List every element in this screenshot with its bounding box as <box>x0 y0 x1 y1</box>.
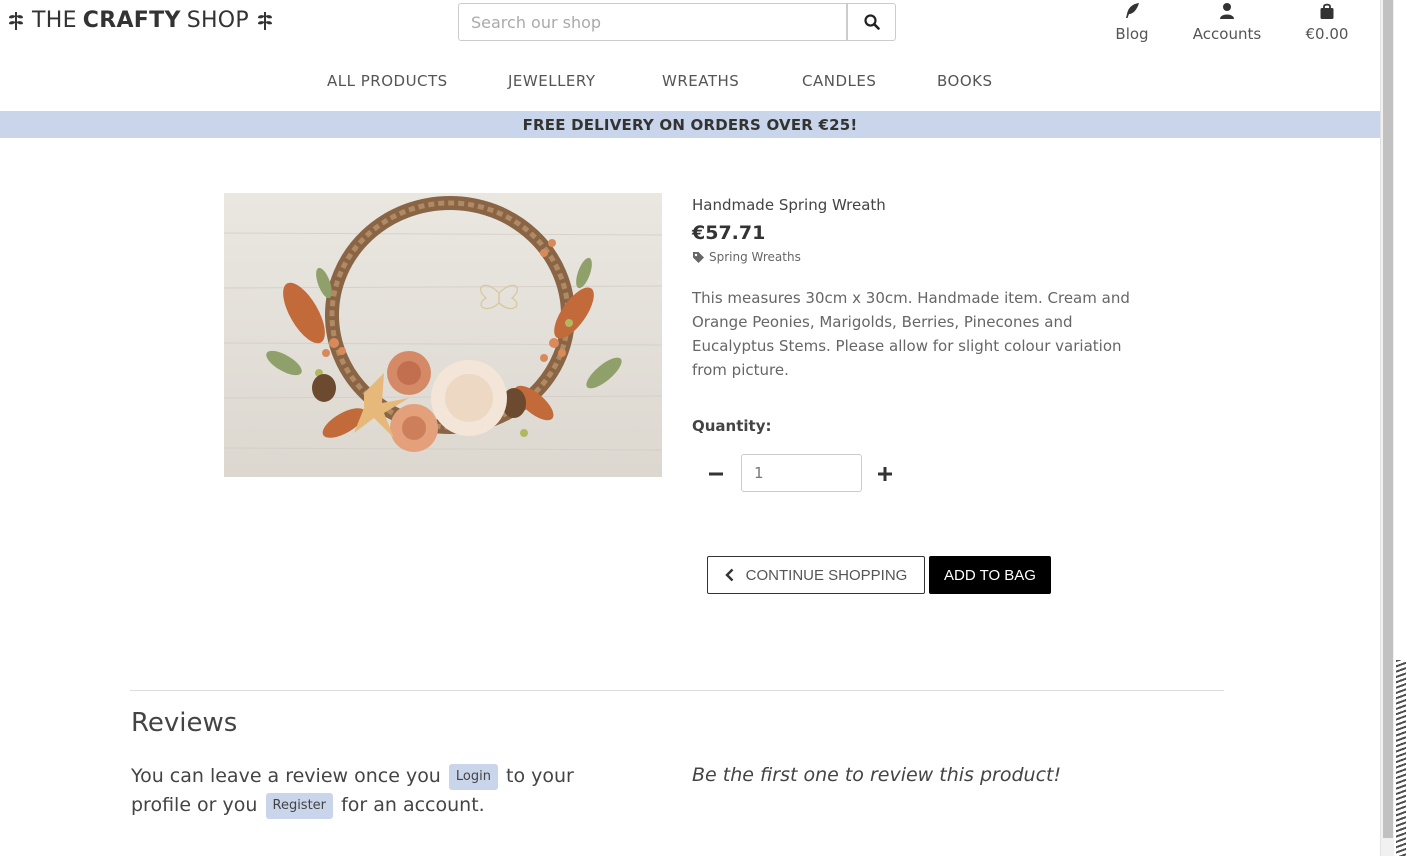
search-button[interactable] <box>847 3 896 41</box>
product-category-label: Spring Wreaths <box>709 250 801 264</box>
background-pattern <box>1396 660 1406 856</box>
product-name: Handmade Spring Wreath <box>692 196 886 214</box>
minus-icon <box>709 472 723 476</box>
blog-label: Blog <box>1115 25 1149 43</box>
accounts-link[interactable]: Accounts <box>1191 0 1263 43</box>
quantity-increment-button[interactable] <box>867 456 903 492</box>
reviews-title: Reviews <box>131 708 238 738</box>
page-scrollbar[interactable] <box>1380 0 1394 856</box>
plus-icon <box>878 467 892 481</box>
product-info: Handmade Spring Wreath €57.71 Spring Wre… <box>692 196 1132 382</box>
delivery-banner: FREE DELIVERY ON ORDERS OVER €25! <box>0 111 1380 138</box>
product-category[interactable]: Spring Wreaths <box>692 250 1132 264</box>
accounts-label: Accounts <box>1192 25 1262 43</box>
quantity-label: Quantity: <box>692 417 772 435</box>
section-divider <box>130 690 1224 691</box>
register-link[interactable]: Register <box>265 792 334 819</box>
nav-wreaths[interactable]: WREATHS <box>662 72 739 90</box>
bag-total: €0.00 <box>1305 25 1349 43</box>
main-nav: ALL PRODUCTS JEWELLERY WREATHS CANDLES B… <box>0 72 1380 96</box>
nav-books[interactable]: BOOKS <box>937 72 993 90</box>
brand-text-the: THE <box>32 8 77 33</box>
bag-link[interactable]: €0.00 <box>1302 0 1352 43</box>
review-msg-part1: You can leave a review once you <box>131 765 441 787</box>
search-input[interactable] <box>458 3 847 41</box>
continue-shopping-button[interactable]: CONTINUE SHOPPING <box>707 556 925 594</box>
product-price: €57.71 <box>692 222 766 244</box>
nav-all-products[interactable]: ALL PRODUCTS <box>327 72 448 90</box>
add-to-bag-button[interactable]: ADD TO BAG <box>929 556 1051 594</box>
leaf-left-icon <box>9 11 23 30</box>
quantity-decrement-button[interactable] <box>698 456 734 492</box>
blog-link[interactable]: Blog <box>1113 0 1151 43</box>
tag-icon <box>693 251 704 263</box>
search-icon <box>863 14 880 30</box>
product-image[interactable] <box>224 193 662 477</box>
no-reviews-message: Be the first one to review this product! <box>692 764 1062 786</box>
nav-jewellery[interactable]: JEWELLERY <box>508 72 596 90</box>
scrollbar-thumb[interactable] <box>1383 0 1393 838</box>
search-bar <box>458 3 896 41</box>
chevron-left-icon <box>724 568 734 582</box>
review-msg-part3: for an account. <box>341 794 485 816</box>
login-link[interactable]: Login <box>448 763 498 790</box>
shopping-bag-icon <box>1319 0 1335 22</box>
continue-shopping-label: CONTINUE SHOPPING <box>745 566 908 584</box>
page: THE CRAFTY SHOP Blog <box>0 0 1380 856</box>
background-edge <box>1394 0 1407 856</box>
product-description: This measures 30cm x 30cm. Handmade item… <box>692 289 1130 379</box>
feather-icon <box>1123 0 1141 22</box>
brand-text-crafty: CRAFTY <box>82 8 181 33</box>
quantity-input[interactable] <box>741 454 862 492</box>
nav-candles[interactable]: CANDLES <box>802 72 876 90</box>
brand-logo[interactable]: THE CRAFTY SHOP <box>6 8 275 33</box>
brand-text-shop: SHOP <box>186 8 249 33</box>
leaf-right-icon <box>257 11 272 30</box>
user-icon <box>1219 0 1235 22</box>
review-login-message: You can leave a review once you Login to… <box>131 762 631 820</box>
